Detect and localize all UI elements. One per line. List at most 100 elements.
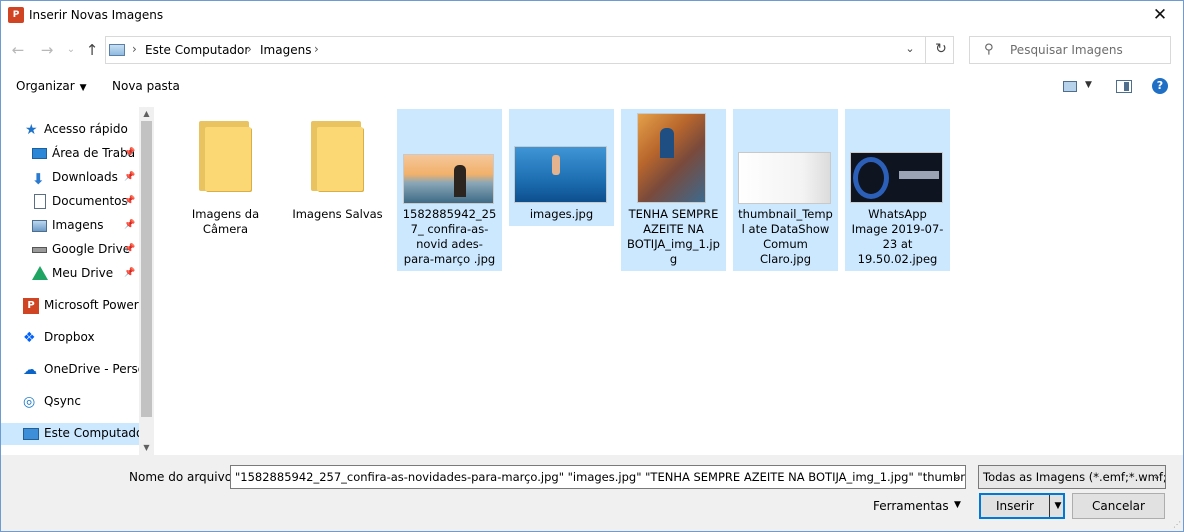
image-thumbnail <box>403 154 494 204</box>
chevron-down-icon[interactable]: ⌄ <box>1153 466 1161 488</box>
file-type-select[interactable]: Todas as Imagens (*.emf;*.wmf;*.jpg;*.jp… <box>978 465 1166 489</box>
star-icon: ★ <box>25 122 38 138</box>
filename-value: "1582885942_257_confira-as-novidades-par… <box>235 470 965 484</box>
caret-down-icon[interactable]: ▼ <box>1085 80 1092 90</box>
scroll-up-icon[interactable]: ▲ <box>139 107 154 121</box>
nav-item-label: Qsync <box>44 394 82 408</box>
nav-item-microsoft-powerpoint[interactable]: P Microsoft PowerP <box>1 295 139 317</box>
nav-item-acesso-rapido[interactable]: ★ Acesso rápido <box>1 119 139 141</box>
desktop-icon <box>32 148 47 159</box>
nav-item-dropbox[interactable]: ❖ Dropbox <box>1 327 139 349</box>
dropbox-icon: ❖ <box>23 330 36 346</box>
pin-icon[interactable]: 📌 <box>124 268 135 278</box>
scroll-thumb[interactable] <box>141 121 152 417</box>
file-name: Imagens Salvas <box>292 207 383 221</box>
breadcrumb-separator-icon[interactable]: › <box>132 42 137 56</box>
filename-input[interactable]: "1582885942_257_confira-as-novidades-par… <box>230 465 966 489</box>
download-icon: ⬇ <box>32 170 45 188</box>
file-name: TENHA SEMPRE AZEITE NA BOTIJA_img_1.jp g <box>627 207 720 266</box>
breadcrumb-separator-icon[interactable]: › <box>314 42 319 56</box>
chevron-down-icon[interactable]: ⌄ <box>953 466 961 488</box>
pin-icon[interactable]: 📌 <box>124 220 135 230</box>
pin-icon[interactable]: 📌 <box>124 172 135 182</box>
file-item-whatsapp-image[interactable]: WhatsApp Image 2019-07-23 at 19.50.02.jp… <box>845 109 950 271</box>
file-type-value: Todas as Imagens (*.emf;*.wmf;*.jpg;*.jp… <box>983 470 1165 484</box>
tools-button[interactable]: Ferramentas <box>873 499 949 513</box>
nav-item-label: OneDrive - Persor <box>44 362 139 376</box>
document-icon <box>34 194 46 209</box>
nav-item-label: Microsoft PowerP <box>44 298 139 312</box>
breadcrumb-separator-icon[interactable]: › <box>247 42 252 56</box>
nav-item-label: Dropbox <box>44 330 95 344</box>
up-icon[interactable]: ↑ <box>82 41 102 59</box>
window-title: Inserir Novas Imagens <box>29 8 164 22</box>
file-item-confira-as-novidades[interactable]: 1582885942_257_ confira-as-novid ades-pa… <box>397 109 502 271</box>
nav-item-label: Documentos <box>52 194 128 208</box>
insert-label[interactable]: Inserir <box>981 495 1049 517</box>
nav-item-imagens[interactable]: Imagens 📌 <box>1 215 139 237</box>
search-placeholder: Pesquisar Imagens <box>1010 43 1123 57</box>
pin-icon[interactable]: 📌 <box>124 244 135 254</box>
split-divider <box>1049 495 1050 517</box>
help-icon[interactable]: ? <box>1152 78 1168 94</box>
file-name: thumbnail_Templ ate DataShow Comum Claro… <box>738 207 833 266</box>
file-item-thumbnail-template[interactable]: thumbnail_Templ ate DataShow Comum Claro… <box>733 109 838 271</box>
address-divider <box>925 37 926 63</box>
search-icon: ⚲ <box>984 42 994 57</box>
breadcrumb-imagens[interactable]: Imagens <box>260 43 311 57</box>
onedrive-icon: ☁ <box>23 362 37 378</box>
cancel-button[interactable]: Cancelar <box>1072 493 1165 519</box>
nav-item-onedrive[interactable]: ☁ OneDrive - Persor <box>1 359 139 381</box>
folder-icon <box>199 121 253 191</box>
new-folder-button[interactable]: Nova pasta <box>112 79 180 93</box>
breadcrumb-este-computador[interactable]: Este Computador <box>145 43 249 57</box>
navigation-pane: ★ Acesso rápido Área de Traba 📌 ⬇ Downlo… <box>1 107 154 455</box>
filename-label: Nome do arquivo: <box>129 470 237 484</box>
nav-item-este-computador[interactable]: Este Computador <box>1 423 139 445</box>
file-item-images-jpg[interactable]: images.jpg <box>509 109 614 226</box>
file-item-tenha-sempre-azeite[interactable]: TENHA SEMPRE AZEITE NA BOTIJA_img_1.jp g <box>621 109 726 271</box>
nav-item-area-de-trabalho[interactable]: Área de Traba 📌 <box>1 143 139 165</box>
forward-icon[interactable]: → <box>37 41 57 59</box>
pin-icon[interactable]: 📌 <box>124 196 135 206</box>
nav-item-google-drive[interactable]: Google Drive 📌 <box>1 239 139 261</box>
file-item-imagens-salvas[interactable]: Imagens Salvas <box>285 109 390 226</box>
nav-item-label: Meu Drive <box>52 266 114 280</box>
file-name: WhatsApp Image 2019-07-23 at 19.50.02.jp… <box>851 207 944 266</box>
nav-item-label: Downloads <box>52 170 118 184</box>
close-button[interactable]: ✕ <box>1137 1 1183 30</box>
recent-locations-icon[interactable]: ⌄ <box>61 41 81 59</box>
nav-item-label: Este Computador <box>44 426 139 440</box>
resize-grip-icon[interactable]: ⋰ <box>1173 520 1181 529</box>
nav-item-label: Google Drive <box>52 242 131 256</box>
search-input[interactable]: ⚲ Pesquisar Imagens <box>969 36 1171 64</box>
nav-item-label: Área de Traba <box>52 146 136 160</box>
refresh-icon[interactable]: ↻ <box>933 41 949 59</box>
nav-item-meu-drive[interactable]: Meu Drive 📌 <box>1 263 139 285</box>
folder-icon <box>311 121 365 191</box>
caret-down-icon[interactable]: ▼ <box>1052 495 1064 517</box>
caret-down-icon[interactable]: ▼ <box>954 500 961 510</box>
scroll-down-icon[interactable]: ▼ <box>139 441 154 455</box>
address-history-dropdown-icon[interactable]: ⌄ <box>901 42 919 58</box>
image-thumbnail <box>738 152 831 204</box>
pin-icon[interactable]: 📌 <box>124 148 135 158</box>
view-options-icon[interactable] <box>1063 81 1077 92</box>
preview-pane-icon[interactable] <box>1116 80 1132 93</box>
nav-item-downloads[interactable]: ⬇ Downloads 📌 <box>1 167 139 189</box>
insert-button[interactable]: Inserir ▼ <box>979 493 1065 519</box>
back-icon[interactable]: ← <box>8 41 28 59</box>
organize-button[interactable]: Organizar ▼ <box>16 79 87 93</box>
nav-item-qsync[interactable]: ◎ Qsync <box>1 391 139 413</box>
powerpoint-icon: P <box>23 298 39 314</box>
navigation-scrollbar[interactable]: ▲ ▼ <box>139 107 154 455</box>
file-name: images.jpg <box>529 207 594 221</box>
file-item-imagens-da-camera[interactable]: Imagens da Câmera <box>173 109 278 241</box>
image-thumbnail <box>514 146 607 203</box>
file-name: Imagens da Câmera <box>191 207 260 236</box>
pictures-icon <box>32 220 47 232</box>
insert-images-dialog: P Inserir Novas Imagens ✕ ← → ⌄ ↑ › Este… <box>0 0 1184 532</box>
image-thumbnail <box>850 152 943 203</box>
nav-item-documentos[interactable]: Documentos 📌 <box>1 191 139 213</box>
address-bar[interactable]: › Este Computador › Imagens › ⌄ ↻ <box>105 36 954 64</box>
